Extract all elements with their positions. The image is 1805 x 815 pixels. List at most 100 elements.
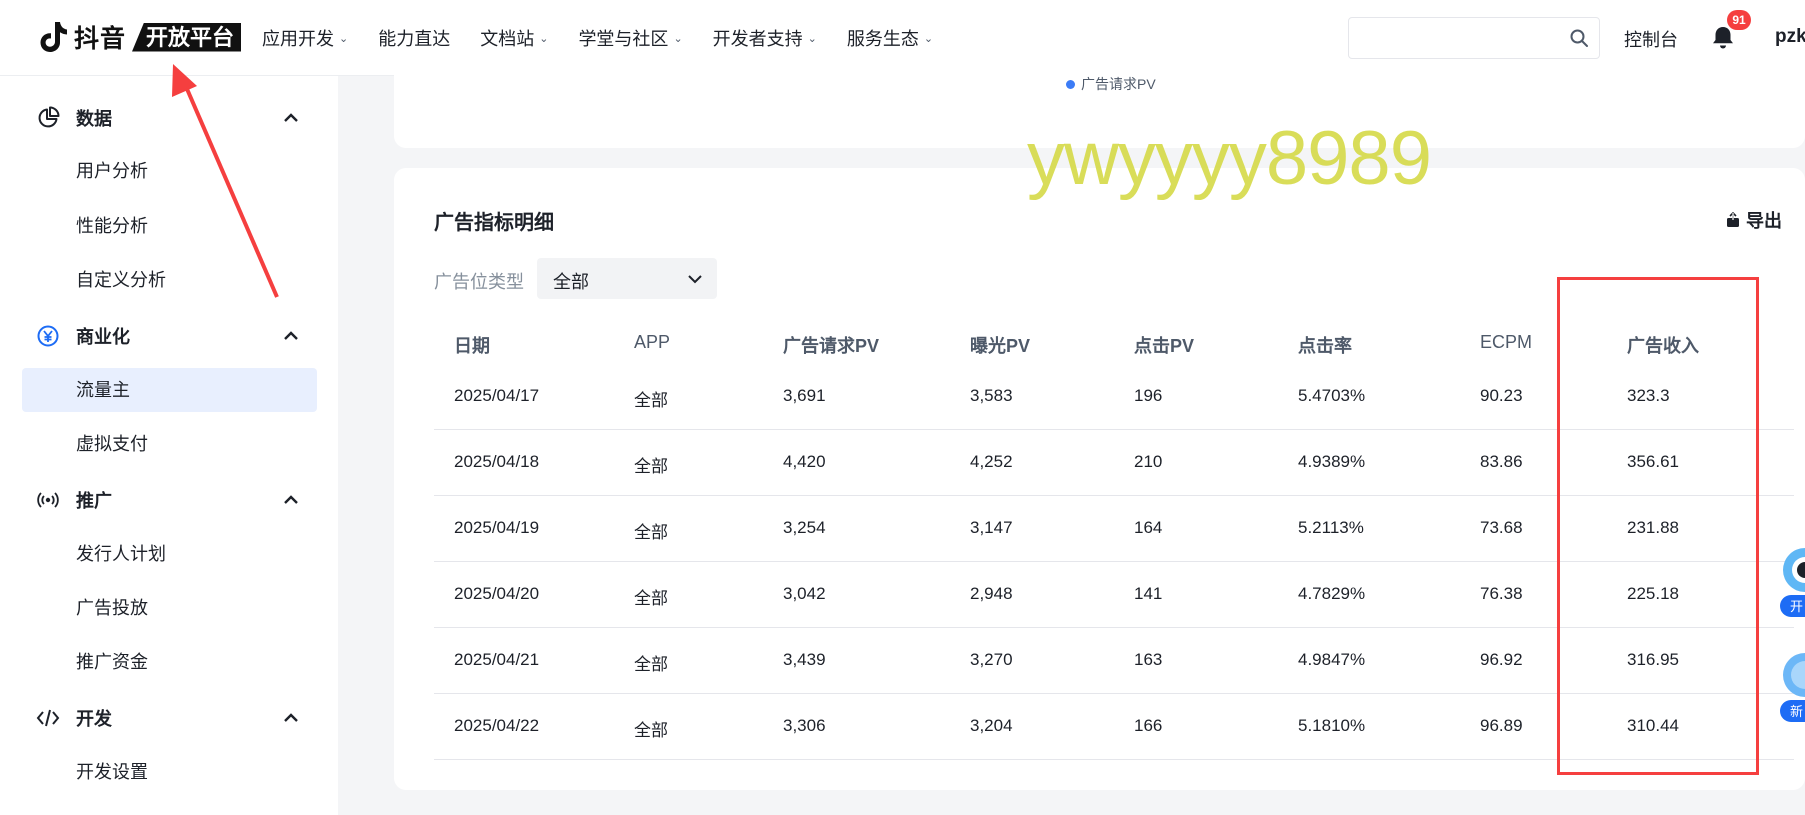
sidebar-group-data[interactable]: 数据 — [0, 92, 338, 144]
table-cell: 4.9847% — [1298, 650, 1366, 669]
nav-label: 文档站 — [480, 29, 535, 49]
chevron-up-icon[interactable] — [282, 327, 300, 345]
column-header[interactable]: 广告请求PV — [783, 332, 879, 358]
sidebar-group-label: 数据 — [76, 109, 112, 129]
sidebar-item-traffic-owner[interactable]: 流量主 — [22, 368, 317, 412]
table-cell: 全部 — [634, 589, 668, 608]
export-label: 导出 — [1746, 211, 1782, 231]
assistant-widget[interactable]: 开 — [1780, 540, 1805, 624]
sidebar: 数据 用户分析 性能分析 自定义分析 商业化 流量主 虚拟支付 推广 发行人计划… — [0, 76, 338, 815]
export-button[interactable]: 导出 — [1726, 207, 1782, 233]
table-cell: 全部 — [634, 655, 668, 674]
table-cell: 210 — [1134, 452, 1163, 471]
sidebar-item-ad-placement[interactable]: 广告投放 — [22, 586, 317, 630]
watermark-text: ywyyyy8989 — [1027, 116, 1432, 201]
table-cell: 4.7829% — [1298, 584, 1366, 603]
chevron-down-icon: ⌄ — [539, 32, 549, 45]
nav-label: 学堂与社区 — [578, 29, 669, 49]
table-cell: 5.1810% — [1298, 716, 1366, 735]
sidebar-item-custom-analysis[interactable]: 自定义分析 — [22, 258, 317, 302]
table-cell: 2,948 — [970, 584, 1013, 603]
nav-label: 应用开发 — [262, 29, 334, 49]
table-cell: 3,147 — [970, 518, 1013, 537]
sidebar-group-promotion[interactable]: 推广 — [0, 474, 338, 526]
legend-label: 广告请求PV — [1081, 76, 1156, 92]
table-cell: 5.2113% — [1298, 518, 1364, 537]
sidebar-item-virtual-payment[interactable]: 虚拟支付 — [22, 422, 317, 466]
table-cell: 4,252 — [970, 452, 1013, 471]
sidebar-group-label: 商业化 — [76, 327, 130, 347]
table-cell: 5.4703% — [1298, 386, 1366, 405]
table-cell: 全部 — [634, 391, 668, 410]
chevron-down-icon: ⌄ — [339, 32, 349, 45]
table-cell: 全部 — [634, 457, 668, 476]
nav-docs[interactable]: 文档站 ⌄ — [480, 25, 548, 51]
chevron-down-icon — [688, 275, 702, 284]
nav-label: 能力直达 — [378, 29, 451, 49]
table-cell: 3,042 — [783, 584, 826, 603]
table-cell: 163 — [1134, 650, 1163, 669]
sidebar-item-dev-settings[interactable]: 开发设置 — [22, 750, 317, 794]
douyin-logo-icon — [40, 22, 67, 52]
table-cell: 90.23 — [1480, 386, 1523, 405]
table-cell: 96.92 — [1480, 650, 1523, 669]
table-cell: 全部 — [634, 721, 668, 740]
table-cell: 196 — [1134, 386, 1163, 405]
table-cell: 2025/04/19 — [454, 518, 540, 537]
table-cell: 3,254 — [783, 518, 826, 537]
ad-type-select[interactable]: 全部 — [537, 258, 717, 299]
platform-label: 开放平台 — [132, 22, 242, 52]
nav-ecosystem[interactable]: 服务生态 ⌄ — [847, 25, 933, 51]
table-cell: 2025/04/21 — [454, 650, 540, 669]
sidebar-item-user-analysis[interactable]: 用户分析 — [22, 149, 317, 193]
table-cell: 3,270 — [970, 650, 1013, 669]
export-icon — [1727, 212, 1739, 227]
table-cell: 3,306 — [783, 716, 826, 735]
sidebar-item-publisher-plan[interactable]: 发行人计划 — [22, 532, 317, 576]
chevron-up-icon[interactable] — [282, 109, 300, 127]
search-input[interactable] — [1348, 17, 1600, 59]
table-cell: 3,439 — [783, 650, 826, 669]
sidebar-item-promotion-funds[interactable]: 推广资金 — [22, 640, 317, 684]
code-icon — [36, 709, 60, 727]
sidebar-group-development[interactable]: 开发 — [0, 692, 338, 744]
highlight-box — [1557, 277, 1759, 775]
user-name[interactable]: pzk — [1775, 26, 1805, 48]
table-cell: 166 — [1134, 716, 1163, 735]
nav-support[interactable]: 开发者支持 ⌄ — [713, 25, 817, 51]
sidebar-group-label: 推广 — [76, 491, 112, 511]
news-widget[interactable]: 新 — [1780, 645, 1805, 729]
table-cell: 73.68 — [1480, 518, 1523, 537]
detail-title: 广告指标明细 — [434, 212, 554, 234]
chevron-up-icon[interactable] — [282, 709, 300, 727]
column-header[interactable]: ECPM — [1480, 332, 1532, 353]
nav-label: 开发者支持 — [712, 29, 803, 49]
search-icon[interactable] — [1569, 28, 1589, 48]
chart-legend[interactable]: 广告请求PV — [1066, 74, 1156, 94]
column-header[interactable]: 点击率 — [1298, 332, 1352, 358]
table-cell: 3,583 — [970, 386, 1013, 405]
legend-dot — [1066, 79, 1075, 89]
column-header[interactable]: APP — [634, 332, 670, 353]
chevron-down-icon: ⌄ — [807, 32, 817, 45]
table-cell: 2025/04/20 — [454, 584, 540, 603]
sidebar-item-performance-analysis[interactable]: 性能分析 — [22, 204, 317, 248]
table-cell: 164 — [1134, 518, 1163, 537]
sidebar-group-monetization[interactable]: 商业化 — [0, 310, 338, 362]
console-link[interactable]: 控制台 — [1624, 26, 1678, 52]
logo[interactable]: 抖音 开放平台 — [38, 20, 242, 54]
widget-label: 新 — [1790, 704, 1803, 720]
column-header[interactable]: 曝光PV — [970, 332, 1030, 358]
chevron-up-icon[interactable] — [282, 491, 300, 509]
brand-name: 抖音 — [74, 25, 127, 53]
broadcast-icon — [37, 492, 59, 508]
table-cell: 141 — [1134, 584, 1163, 603]
chevron-down-icon: ⌄ — [673, 32, 683, 45]
nav-capabilities[interactable]: 能力直达 — [378, 25, 450, 51]
table-cell: 2025/04/17 — [454, 386, 540, 405]
table-cell: 2025/04/18 — [454, 452, 540, 471]
nav-app-dev[interactable]: 应用开发 ⌄ — [262, 25, 348, 51]
column-header[interactable]: 日期 — [454, 332, 490, 358]
nav-academy[interactable]: 学堂与社区 ⌄ — [578, 25, 682, 51]
column-header[interactable]: 点击PV — [1134, 332, 1194, 358]
